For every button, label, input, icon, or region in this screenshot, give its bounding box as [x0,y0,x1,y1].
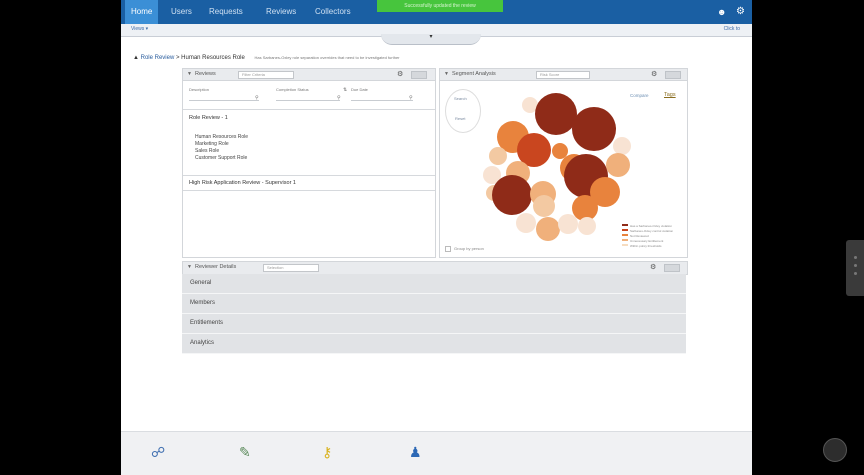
search-icon[interactable]: ⚲ [409,95,413,101]
section-label: Analytics [190,340,215,346]
review-group-title[interactable]: Role Review - 1 [189,115,228,121]
legend-label: Has a Sarbanes-Oxley violation [630,224,673,228]
bubble[interactable] [516,213,536,233]
review-group: Role Review - 1 Human Resources Role Mar… [183,109,435,176]
section-label: Members [190,300,216,306]
app-window: Home Users Requests Reviews Collectors S… [121,0,752,475]
tab-users[interactable]: Users [171,7,192,16]
list-item[interactable]: Human Resources Role [195,134,248,140]
section-analytics[interactable]: Analytics [182,334,686,354]
legend-label: Unnecessary Entitlement [630,239,664,243]
group-checkbox[interactable] [445,246,451,252]
keys-icon[interactable]: ⚷ [322,444,332,461]
reviews-panel-header: ▼ Reviews Filter Criteria ⚙ [183,69,435,81]
breadcrumb-description: Has Sarbanes-Oxley role separation overr… [254,55,400,60]
section-label: Entitlements [190,320,224,326]
bubble[interactable] [558,214,578,234]
views-menu[interactable]: Views ▾ [131,26,148,32]
details-panel-title: Reviewer Details [195,264,237,270]
description-filter-input[interactable] [189,94,259,101]
legend-swatch [622,244,628,246]
legend-swatch [622,229,628,231]
compare-link[interactable]: Compare [630,93,649,98]
legend-swatch [622,239,628,241]
chevron-down-icon: ▾ [429,34,433,40]
search-button[interactable]: Search [454,96,467,101]
bubble[interactable] [536,217,560,241]
segment-analysis-panel: ▼ Segment Analysis Risk Score ⚙ Search R… [439,68,688,258]
tags-link[interactable]: Tags [664,92,676,98]
list-item[interactable]: Customer Support Role [195,155,247,161]
description-filter-label: Description [189,87,210,92]
top-nav: Home Users Requests Reviews Collectors S… [121,0,752,24]
help-button[interactable] [823,438,847,462]
users-icon[interactable]: ☍ [151,444,165,461]
list-item[interactable]: Marketing Role [195,141,229,147]
bottom-dock: ☍ ✎ ⚷ ♟ [121,431,752,475]
bubble[interactable] [533,195,555,217]
tab-reviews[interactable]: Reviews [266,7,296,16]
bubble[interactable] [578,217,596,235]
section-label: General [190,280,212,286]
reviews-filter-select[interactable]: Filter Criteria [238,71,294,79]
reset-button[interactable]: Reset [455,116,465,121]
due-date-label: Due Date [351,87,368,92]
breadcrumb-current: Human Resources Role [181,55,245,61]
legend-label: Within policy thresholds [630,244,662,248]
legend-swatch [622,234,628,236]
reviews-panel: ▼ Reviews Filter Criteria ⚙ Description … [182,68,436,258]
search-icon[interactable]: ⚲ [255,95,259,101]
segment-select[interactable]: Risk Score [536,71,590,79]
breadcrumb: ▲ Role Review > Human Resources Role Has… [133,55,400,61]
bubble[interactable] [489,147,507,165]
section-members[interactable]: Members [182,294,686,314]
due-date-input[interactable] [351,94,413,101]
status-banner: Successfully updated the review [377,0,503,12]
legend-label: Sarbanes-Oxley control violation [630,229,674,233]
person-icon[interactable]: ♟ [409,444,422,461]
completion-status-input[interactable] [276,94,340,101]
tab-home[interactable]: Home [125,0,159,24]
group-checkbox-label: Group by person [454,246,484,251]
list-item[interactable]: Sales Role [195,148,219,154]
completion-status-label: Completion Status [276,87,309,92]
section-general[interactable]: General [182,274,686,294]
panel-menu-button[interactable] [664,264,680,272]
breadcrumb-arrow-icon: ▲ [133,55,139,61]
panel-menu-button[interactable] [411,71,427,79]
gear-icon[interactable]: ⚙ [736,6,745,17]
section-entitlements[interactable]: Entitlements [182,314,686,334]
segment-panel-title: Segment Analysis [452,71,496,77]
details-select[interactable]: Selection [263,264,319,272]
click-to-link[interactable]: Click to [724,26,740,32]
review-group-title[interactable]: High Risk Application Review - Superviso… [189,180,296,186]
collapse-icon[interactable]: ▼ [187,264,192,270]
reviews-panel-title: Reviews [195,71,216,77]
collapse-handle[interactable]: ▾ [381,34,481,45]
review-group: High Risk Application Review - Superviso… [183,175,435,191]
tab-requests[interactable]: Requests [209,7,243,16]
bubble[interactable] [606,153,630,177]
panel-menu-button[interactable] [665,71,681,79]
side-drawer-handle[interactable] [846,240,864,296]
search-icon[interactable]: ⚲ [337,95,341,101]
user-icon[interactable]: ☻ [717,7,726,17]
bubble[interactable] [572,107,616,151]
details-panel: ▼ Reviewer Details Selection ⚙ [182,261,688,275]
collapse-icon[interactable]: ▼ [187,71,192,77]
breadcrumb-root[interactable]: Role Review [141,55,175,61]
tab-collectors[interactable]: Collectors [315,7,351,16]
segment-panel-header: ▼ Segment Analysis Risk Score ⚙ [440,69,687,81]
gear-icon[interactable]: ⚙ [650,263,656,271]
gear-icon[interactable]: ⚙ [397,70,403,78]
bubble[interactable] [535,93,577,135]
report-icon[interactable]: ✎ [239,444,251,461]
sort-icon[interactable]: ⇅ [343,87,347,93]
legend-swatch [622,224,628,226]
legend-label: Not Reviewed [630,234,649,238]
bubble[interactable] [492,175,532,215]
collapse-icon[interactable]: ▼ [444,71,449,77]
side-button-group: Search Reset [445,89,481,133]
gear-icon[interactable]: ⚙ [651,70,657,78]
